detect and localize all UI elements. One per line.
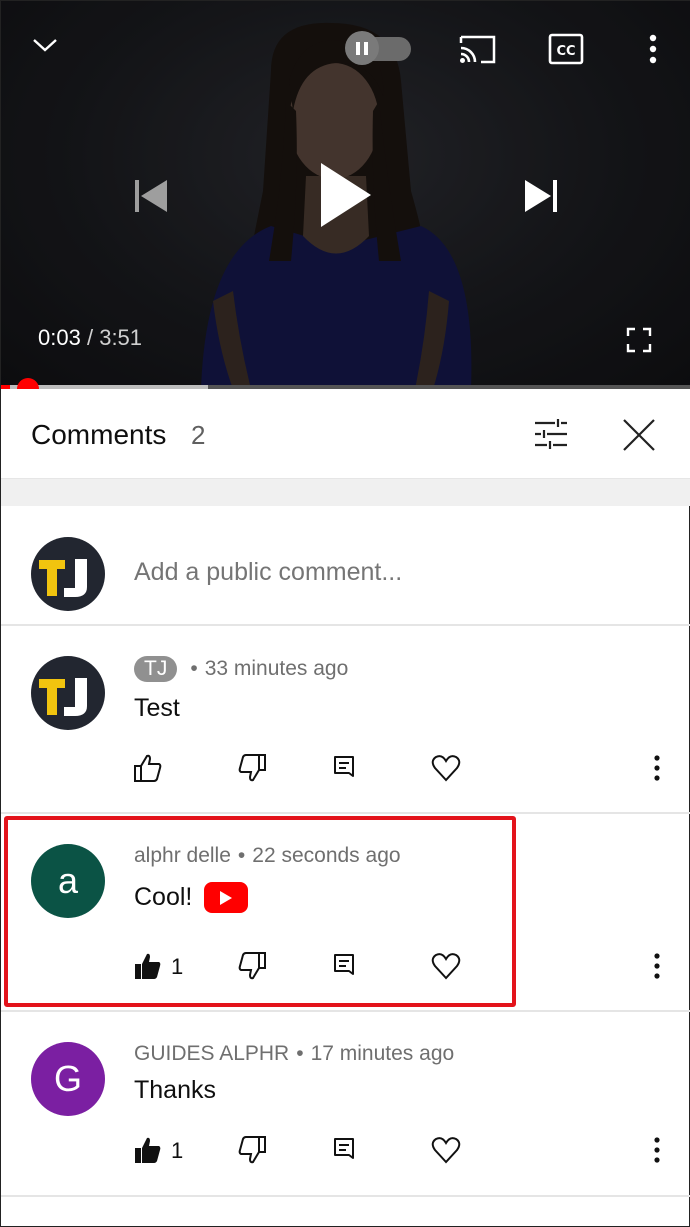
- minimize-button[interactable]: [29, 31, 61, 59]
- comment-meta: alphr delle • 22 seconds ago: [134, 844, 401, 868]
- closed-captions-icon: CC: [548, 33, 584, 65]
- reply-button[interactable]: [329, 748, 359, 788]
- like-button[interactable]: [131, 1130, 165, 1170]
- thumbs-down-outline-icon: [238, 754, 266, 782]
- more-vert-icon: [654, 755, 660, 781]
- autoplay-toggle[interactable]: [345, 31, 411, 65]
- section-divider: [1, 478, 690, 506]
- dislike-button[interactable]: [235, 1130, 269, 1170]
- comment-more-button[interactable]: [645, 748, 669, 788]
- skip-next-icon: [525, 180, 557, 212]
- comment-more-button[interactable]: [645, 946, 669, 986]
- next-video-button[interactable]: [519, 175, 563, 217]
- like-count: 1: [171, 954, 184, 979]
- sort-filter-icon: [535, 419, 567, 449]
- captions-button[interactable]: CC: [547, 32, 585, 66]
- comment-text: Test: [134, 694, 180, 722]
- dislike-button[interactable]: [235, 748, 269, 788]
- comment-actions: [1, 748, 690, 788]
- chevron-down-icon: [33, 39, 57, 52]
- heart-button[interactable]: [429, 1130, 463, 1170]
- comment-text: Cool!: [134, 883, 193, 911]
- time-separator: /: [86, 325, 94, 350]
- comment-actions: 1: [1, 946, 690, 986]
- heart-button[interactable]: [429, 946, 463, 986]
- comment-author[interactable]: alphr delle: [134, 844, 231, 868]
- comment-item: a alphr delle • 22 seconds ago Cool! 1: [1, 814, 690, 1012]
- dislike-button[interactable]: [235, 946, 269, 986]
- like-button[interactable]: [131, 748, 165, 788]
- sort-comments-button[interactable]: [529, 415, 573, 453]
- comment-meta: TJ • 33 minutes ago: [134, 656, 348, 682]
- tj-logo-icon: [39, 559, 87, 597]
- meta-separator: •: [237, 844, 246, 867]
- fullscreen-button[interactable]: [623, 325, 655, 355]
- like-button[interactable]: [131, 946, 165, 986]
- more-vert-icon: [649, 34, 657, 64]
- comment-time: 33 minutes ago: [204, 657, 349, 680]
- comment-item: TJ • 33 minutes ago Test: [1, 628, 690, 814]
- comment-body: Cool!: [134, 882, 249, 913]
- close-comments-button[interactable]: [619, 415, 659, 455]
- svg-text:CC: CC: [556, 44, 575, 59]
- skip-previous-icon: [135, 180, 167, 212]
- play-button[interactable]: [313, 159, 379, 231]
- fullscreen-icon: [626, 327, 652, 353]
- comment-avatar[interactable]: a: [31, 844, 105, 918]
- meta-separator: •: [296, 1042, 304, 1065]
- current-time: 0:03: [38, 325, 81, 350]
- comment-meta: GUIDES ALPHR • 17 minutes ago: [134, 1042, 454, 1066]
- avatar-initial: a: [57, 860, 79, 901]
- heart-outline-icon: [431, 755, 461, 782]
- thumbs-down-outline-icon: [238, 952, 266, 980]
- previous-video-button[interactable]: [129, 175, 173, 217]
- cast-button[interactable]: [455, 31, 499, 67]
- reply-button[interactable]: [329, 1130, 359, 1170]
- avatar-initial: G: [53, 1058, 82, 1099]
- heart-outline-icon: [431, 1137, 461, 1164]
- comment-actions: 1: [1, 1130, 690, 1170]
- add-comment-input[interactable]: Add a public comment...: [134, 558, 402, 587]
- more-vert-icon: [654, 1137, 660, 1163]
- comment-time: 22 seconds ago: [252, 844, 401, 867]
- youtube-emoji-icon: [204, 882, 249, 913]
- time-display: 0:03 / 3:51: [38, 325, 142, 351]
- reply-button[interactable]: [329, 946, 359, 986]
- comment-composer: Add a public comment...: [1, 506, 690, 626]
- cast-icon: [459, 35, 496, 64]
- comments-title: Comments: [31, 419, 167, 450]
- comment-item: G GUIDES ALPHR • 17 minutes ago Thanks 1: [1, 1012, 690, 1197]
- pause-icon: [345, 31, 379, 65]
- heart-outline-icon: [431, 953, 461, 980]
- thumbs-down-outline-icon: [238, 1136, 266, 1164]
- comment-avatar[interactable]: [31, 656, 105, 730]
- heart-button[interactable]: [429, 748, 463, 788]
- comment-time: 17 minutes ago: [310, 1042, 455, 1065]
- thumbs-up-filled-icon: [135, 1137, 161, 1163]
- tj-logo-icon: [39, 678, 87, 716]
- more-options-button[interactable]: [639, 31, 667, 67]
- comment-author[interactable]: GUIDES ALPHR: [134, 1042, 289, 1066]
- meta-separator: •: [190, 657, 198, 680]
- video-player[interactable]: CC 0:03 / 3:51: [1, 1, 690, 389]
- reply-comment-icon: [334, 954, 354, 975]
- comment-text: Thanks: [134, 1076, 216, 1104]
- duration: 3:51: [99, 325, 143, 350]
- thumbs-up-filled-icon: [135, 953, 161, 979]
- user-avatar: [31, 537, 105, 611]
- close-icon: [623, 419, 655, 451]
- comments-count: 2: [191, 420, 206, 450]
- thumbs-up-outline-icon: [134, 754, 162, 782]
- comment-avatar[interactable]: G: [31, 1042, 105, 1116]
- reply-comment-icon: [334, 1138, 354, 1159]
- comments-header: Comments 2: [1, 389, 690, 478]
- comment-more-button[interactable]: [645, 1130, 669, 1170]
- author-badge[interactable]: TJ: [134, 656, 178, 682]
- play-icon: [321, 163, 371, 227]
- reply-comment-icon: [334, 756, 354, 777]
- like-count: 1: [171, 1138, 184, 1163]
- more-vert-icon: [654, 953, 660, 979]
